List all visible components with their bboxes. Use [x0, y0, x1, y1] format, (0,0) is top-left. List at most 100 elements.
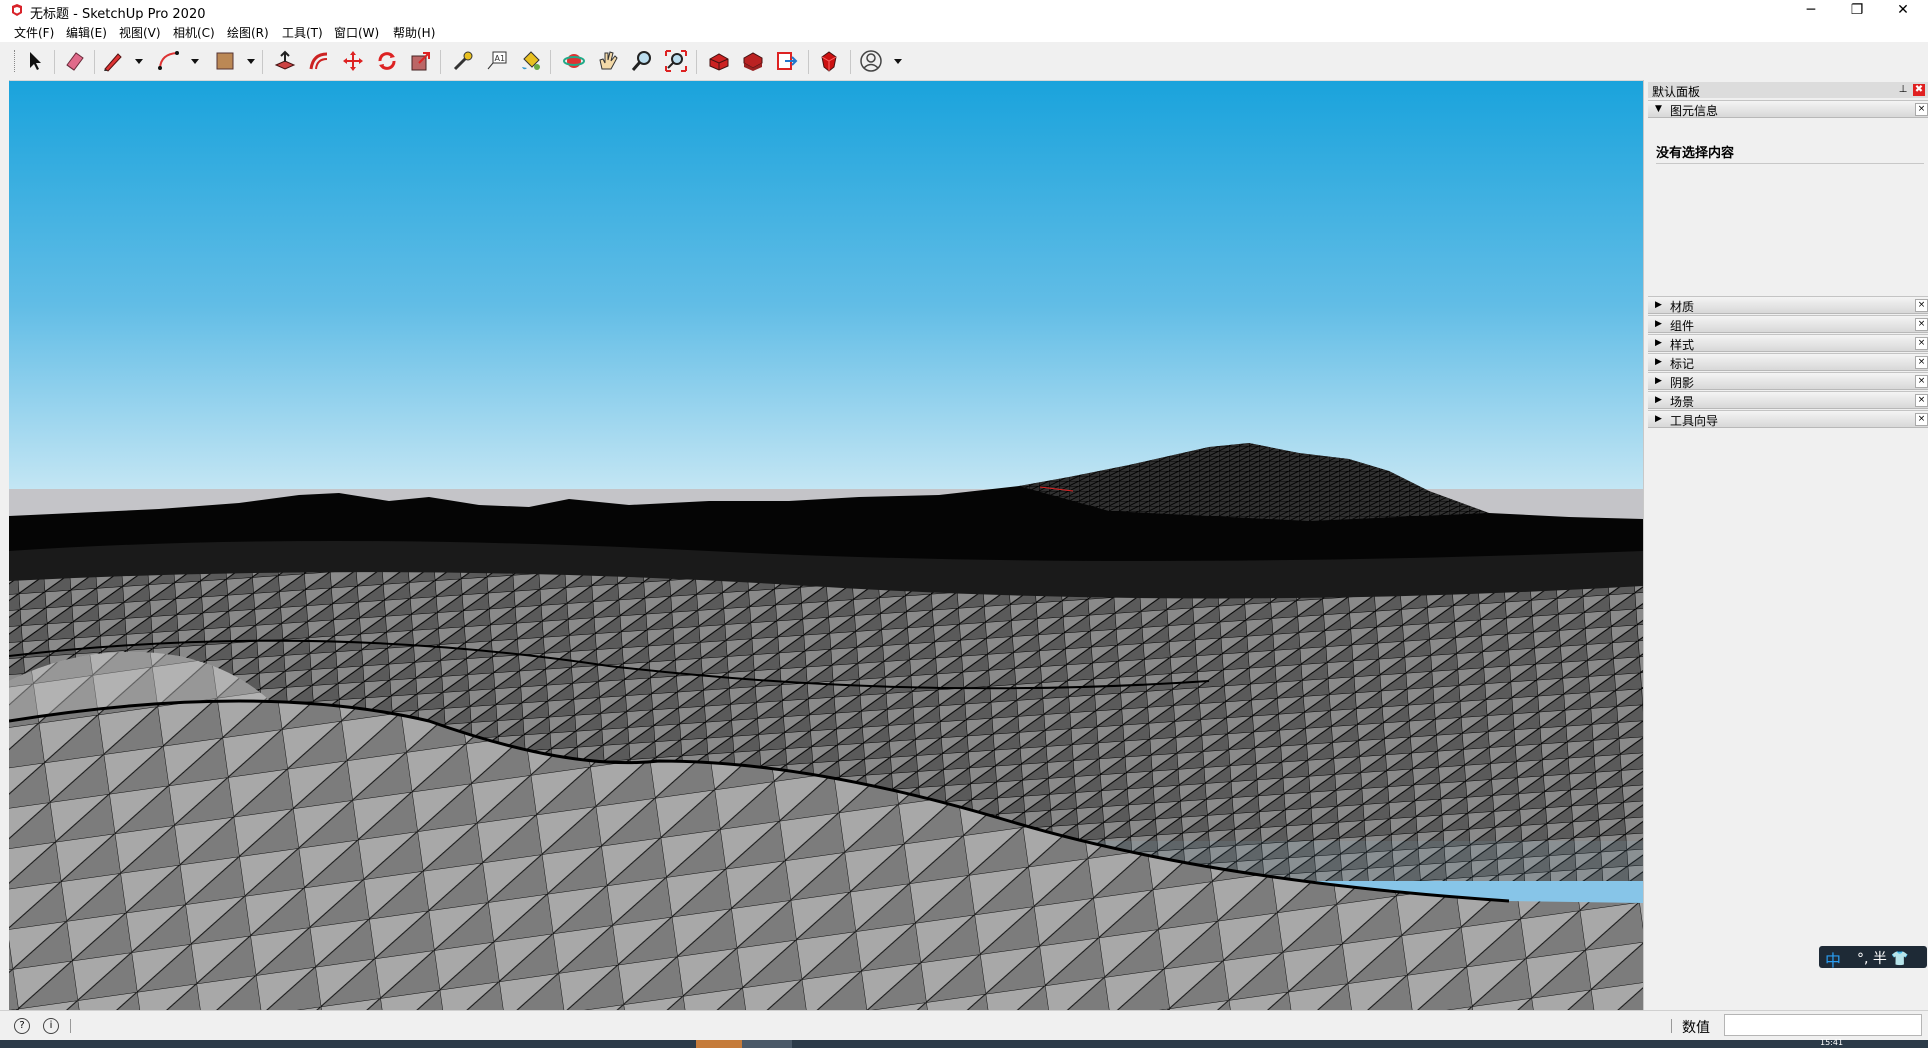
rotate-tool-button[interactable]	[374, 48, 400, 74]
extension-warehouse-button[interactable]	[740, 48, 766, 74]
divider	[1671, 1019, 1672, 1033]
select-icon	[30, 52, 41, 70]
tray-close-button[interactable]: ✖	[1913, 84, 1925, 96]
panel-close-icon[interactable]: ×	[1915, 103, 1928, 116]
panel-tags-header[interactable]: ▶ 标记 ×	[1648, 353, 1928, 371]
collapse-arrow-icon: ▶	[1655, 338, 1662, 348]
geo-location-icon[interactable]: ?	[14, 1018, 30, 1034]
selection-status: 没有选择内容	[1656, 146, 1735, 161]
push-pull-tool-button[interactable]	[272, 48, 298, 74]
tray-title: 默认面板	[1652, 85, 1701, 99]
eraser-tool-button[interactable]	[62, 48, 88, 74]
3d-warehouse-button[interactable]	[706, 48, 732, 74]
panel-entity-info-header[interactable]: ▼ 图元信息 ×	[1648, 100, 1928, 118]
line-tool-button[interactable]	[100, 48, 126, 74]
panel-close-icon[interactable]: ×	[1915, 356, 1928, 369]
scale-tool-button[interactable]	[408, 48, 434, 74]
info-icon[interactable]: i	[43, 1018, 59, 1034]
taskbar-app[interactable]	[742, 1040, 792, 1048]
account-button[interactable]	[858, 48, 884, 74]
toolbar-separator	[94, 50, 95, 74]
maximize-button[interactable]: ❐	[1834, 0, 1880, 20]
paint-bucket-tool-button[interactable]	[518, 48, 544, 74]
menu-help[interactable]: 帮助(H)	[393, 24, 435, 41]
arc-tool-button[interactable]	[156, 48, 182, 74]
collapse-arrow-icon: ▶	[1655, 395, 1662, 405]
move-tool-button[interactable]	[340, 48, 366, 74]
panel-materials-header[interactable]: ▶ 材质 ×	[1648, 296, 1928, 314]
toolbar-separator	[696, 50, 697, 74]
zoom-extents-tool-button[interactable]	[663, 48, 689, 74]
tray-header: 默认面板 ⊥ ✖	[1648, 82, 1928, 99]
panel-instructor-header[interactable]: ▶ 工具向导 ×	[1648, 410, 1928, 428]
rectangle-tool-button[interactable]	[212, 48, 238, 74]
status-bar: ? i 数值	[0, 1010, 1928, 1041]
chevron-down-icon[interactable]	[134, 56, 144, 66]
push-pull-icon	[274, 50, 296, 70]
line-pencil-icon	[104, 53, 122, 72]
paint-bucket-icon	[522, 51, 540, 70]
minimize-button[interactable]: ─	[1788, 0, 1834, 20]
menu-view[interactable]: 视图(V)	[119, 24, 161, 41]
menu-draw[interactable]: 绘图(R)	[227, 24, 269, 41]
offset-tool-button[interactable]	[306, 48, 332, 74]
ime-options[interactable]: °, 半 👕	[1857, 948, 1909, 968]
zoom-tool-button[interactable]	[629, 48, 655, 74]
tape-measure-tool-button[interactable]	[450, 48, 476, 74]
panel-components-header[interactable]: ▶ 组件 ×	[1648, 315, 1928, 333]
taskbar-clock: 15:41	[1820, 1038, 1844, 1047]
menu-file[interactable]: 文件(F)	[14, 24, 54, 41]
select-tool-button[interactable]	[22, 48, 48, 74]
scale-icon	[411, 52, 430, 71]
chevron-down-icon[interactable]	[246, 56, 256, 66]
rotate-icon	[378, 52, 396, 70]
toolbar-separator	[808, 50, 809, 74]
toolbar-separator	[550, 50, 551, 74]
toolbar-separator	[440, 50, 441, 74]
divider	[70, 1019, 71, 1033]
pan-tool-button[interactable]	[595, 48, 621, 74]
collapse-arrow-icon: ▶	[1655, 414, 1662, 424]
default-tray: 默认面板 ⊥ ✖ ▼ 图元信息 × 没有选择内容 ▶ 材质 × ▶ 组件 × ▶…	[1643, 80, 1928, 1010]
orbit-tool-button[interactable]	[561, 48, 587, 74]
panel-scenes-header[interactable]: ▶ 场景 ×	[1648, 391, 1928, 409]
menu-edit[interactable]: 编辑(E)	[66, 24, 107, 41]
ime-toolbar[interactable]: 中 °, 半 👕	[1819, 946, 1927, 971]
taskbar-app-active[interactable]	[696, 1040, 742, 1048]
measurements-input[interactable]	[1724, 1014, 1922, 1036]
modeling-viewport[interactable]	[9, 81, 1643, 1010]
panel-close-icon[interactable]: ×	[1915, 299, 1928, 312]
terrain-scene	[9, 81, 1643, 1010]
arc-icon	[158, 51, 179, 70]
panel-close-icon[interactable]: ×	[1915, 375, 1928, 388]
pin-icon[interactable]: ⊥	[1897, 84, 1909, 96]
panel-styles-header[interactable]: ▶ 样式 ×	[1648, 334, 1928, 352]
panel-label: 样式	[1670, 338, 1695, 352]
eraser-icon	[66, 52, 84, 71]
collapse-arrow-icon: ▶	[1655, 357, 1662, 367]
pan-icon	[599, 51, 618, 70]
close-button[interactable]: ✕	[1880, 0, 1926, 20]
toolbar-grip[interactable]	[14, 50, 18, 72]
orbit-icon	[563, 54, 585, 68]
panel-close-icon[interactable]: ×	[1915, 394, 1928, 407]
move-icon	[343, 51, 363, 71]
chevron-down-icon[interactable]	[893, 56, 903, 66]
panel-label: 场景	[1670, 395, 1695, 409]
text-tool-button[interactable]: A1	[484, 48, 510, 74]
extension-warehouse-icon	[743, 52, 763, 71]
zoom-icon	[631, 51, 651, 71]
menu-camera[interactable]: 相机(C)	[173, 24, 215, 41]
extension-manager-button[interactable]	[816, 48, 842, 74]
menu-window[interactable]: 窗口(W)	[334, 24, 379, 41]
ime-mode[interactable]: 中	[1825, 947, 1841, 971]
panel-close-icon[interactable]: ×	[1915, 318, 1928, 331]
send-to-layout-button[interactable]	[774, 48, 800, 74]
panel-shadows-header[interactable]: ▶ 阴影 ×	[1648, 372, 1928, 390]
chevron-down-icon[interactable]	[190, 56, 200, 66]
panel-close-icon[interactable]: ×	[1915, 413, 1928, 426]
collapse-arrow-icon: ▶	[1655, 319, 1662, 329]
panel-close-icon[interactable]: ×	[1915, 337, 1928, 350]
text-icon: A1	[487, 51, 507, 70]
menu-tools[interactable]: 工具(T)	[282, 24, 323, 41]
